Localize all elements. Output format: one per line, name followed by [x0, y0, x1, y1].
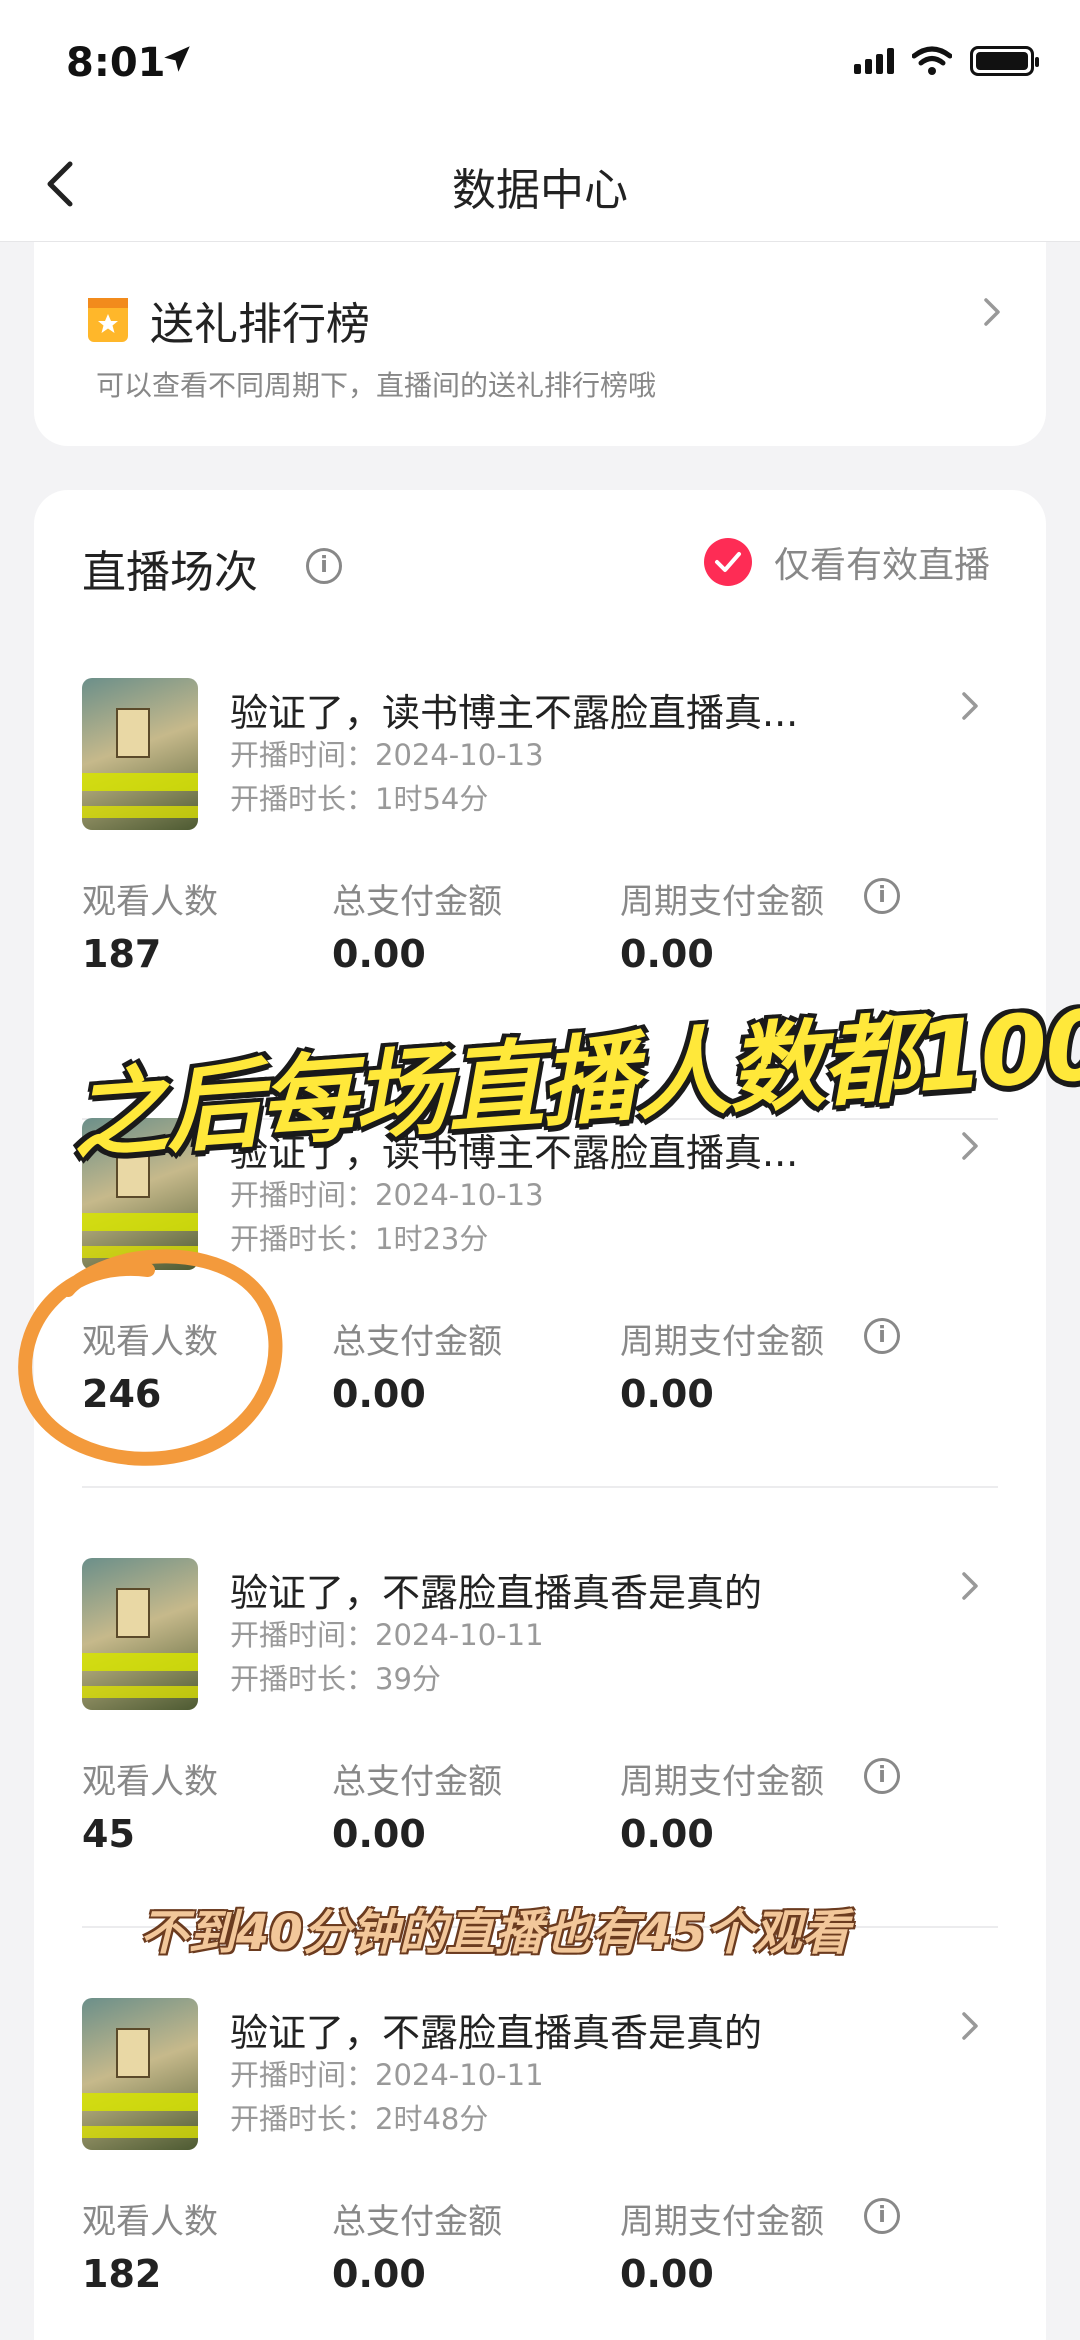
- info-icon[interactable]: i: [864, 2198, 900, 2234]
- chevron-right-icon[interactable]: [972, 292, 1012, 332]
- session-duration: 开播时长：2时48分: [230, 2102, 489, 2136]
- period-pay-value: 0.00: [620, 2252, 714, 2296]
- chevron-right-icon[interactable]: [950, 686, 990, 726]
- viewers-label: 观看人数: [82, 882, 218, 922]
- session-start-time: 开播时间：2024-10-13: [230, 1178, 544, 1212]
- valid-live-filter[interactable]: 仅看有效直播: [703, 536, 990, 588]
- session-title: 验证了，读书博主不露脸直播真...: [230, 691, 799, 735]
- session-thumbnail: [82, 1998, 198, 2150]
- chevron-right-icon[interactable]: [950, 2006, 990, 2046]
- viewers-value: 187: [82, 932, 162, 976]
- battery-icon: [970, 46, 1039, 76]
- status-time: 8:01: [66, 40, 166, 86]
- total-pay-label: 总支付金额: [332, 2202, 502, 2242]
- period-pay-value: 0.00: [620, 1372, 714, 1416]
- viewers-value: 182: [82, 2252, 162, 2296]
- info-icon[interactable]: i: [306, 548, 342, 584]
- chevron-right-icon[interactable]: [950, 1126, 990, 1166]
- info-icon[interactable]: i: [864, 1758, 900, 1794]
- total-pay-value: 0.00: [332, 1812, 426, 1856]
- total-pay-label: 总支付金额: [332, 1762, 502, 1802]
- viewers-label: 观看人数: [82, 2202, 218, 2242]
- valid-live-filter-label: 仅看有效直播: [773, 545, 990, 586]
- gift-leaderboard-subtitle: 可以查看不同周期下，直播间的送礼排行榜哦: [96, 369, 657, 402]
- live-session-item[interactable]: 验证了，不露脸直播真香是真的 开播时间：2024-10-11 开播时长：2时48…: [34, 1998, 1046, 2340]
- gift-leaderboard-card[interactable]: 送礼排行榜 可以查看不同周期下，直播间的送礼排行榜哦: [34, 242, 1046, 446]
- period-pay-value: 0.00: [620, 932, 714, 976]
- checkbox-checked-icon[interactable]: [703, 538, 752, 586]
- session-start-time: 开播时间：2024-10-11: [230, 2058, 544, 2092]
- period-pay-label: 周期支付金额: [620, 1762, 824, 1802]
- info-icon[interactable]: i: [864, 1318, 900, 1354]
- status-bar: 8:01: [0, 0, 1080, 130]
- total-pay-value: 0.00: [332, 932, 426, 976]
- viewers-label: 观看人数: [82, 1762, 218, 1802]
- total-pay-value: 0.00: [332, 2252, 426, 2296]
- session-start-time: 开播时间：2024-10-13: [230, 738, 544, 772]
- viewers-value: 45: [82, 1812, 135, 1856]
- live-sessions-title: 直播场次: [82, 547, 258, 598]
- chevron-right-icon[interactable]: [950, 1566, 990, 1606]
- total-pay-value: 0.00: [332, 1372, 426, 1416]
- session-duration: 开播时长：39分: [230, 1662, 441, 1696]
- total-pay-label: 总支付金额: [332, 882, 502, 922]
- session-title: 验证了，不露脸直播真香是真的: [230, 2011, 763, 2055]
- ranking-badge-icon: [88, 298, 128, 342]
- location-arrow-icon: [164, 46, 190, 72]
- period-pay-label: 周期支付金额: [620, 882, 824, 922]
- hand-drawn-circle-annotation: [18, 1249, 283, 1466]
- session-start-time: 开播时间：2024-10-11: [230, 1618, 544, 1652]
- session-duration: 开播时长：1时54分: [230, 782, 489, 816]
- status-icons: [854, 46, 1039, 76]
- gift-leaderboard-title: 送礼排行榜: [150, 299, 370, 350]
- page-title: 数据中心: [452, 165, 628, 216]
- session-thumbnail: [82, 678, 198, 830]
- period-pay-label: 周期支付金额: [620, 1322, 824, 1362]
- cellular-signal-icon: [854, 48, 894, 74]
- wifi-icon: [912, 46, 952, 75]
- session-title: 验证了，不露脸直播真香是真的: [230, 1571, 763, 1615]
- nav-bar: 数据中心: [0, 130, 1080, 242]
- info-icon[interactable]: i: [864, 878, 900, 914]
- period-pay-value: 0.00: [620, 1812, 714, 1856]
- total-pay-label: 总支付金额: [332, 1322, 502, 1362]
- caption-overlay: 不到40分钟的直播也有45个观看: [140, 1905, 850, 1961]
- session-thumbnail: [82, 1558, 198, 1710]
- period-pay-label: 周期支付金额: [620, 2202, 824, 2242]
